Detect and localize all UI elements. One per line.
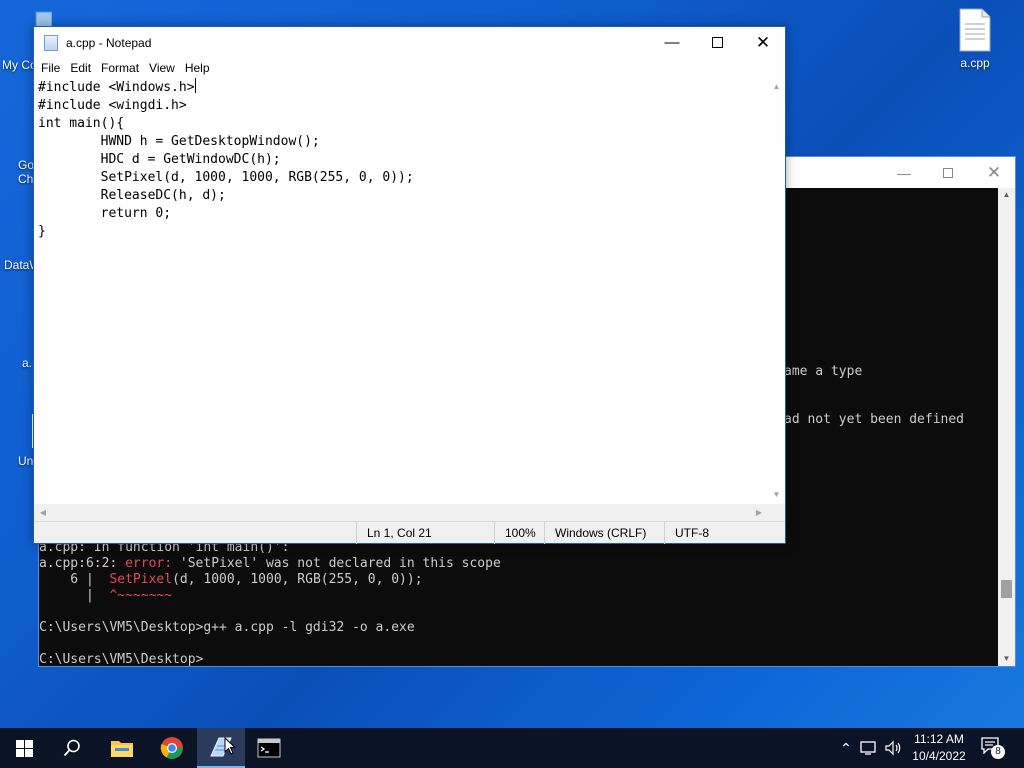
maximize-icon <box>711 37 723 48</box>
minimize-icon: — <box>897 164 911 181</box>
system-tray: ⌃ <box>836 728 902 768</box>
close-icon: ✕ <box>986 162 1002 182</box>
text-editor[interactable]: #include <Windows.h> #include <wingdi.h>… <box>34 78 768 504</box>
menu-view[interactable]: View <box>144 61 180 75</box>
notification-count-badge: 8 <box>991 745 1005 759</box>
console-line: | ^~~~~~~~ <box>39 588 172 604</box>
source-gutter: 6 | <box>39 572 110 587</box>
code-line: } <box>38 224 46 239</box>
scrollbar-corner <box>768 504 785 521</box>
chevron-up-icon[interactable]: ⌃ <box>836 740 856 757</box>
code-line: ReleaseDC(h, d); <box>38 188 226 203</box>
notification-button[interactable]: 8 <box>980 736 1005 760</box>
status-zoom: 100% <box>494 522 544 544</box>
taskbar-chrome[interactable] <box>148 728 196 768</box>
scroll-up-icon[interactable]: ▲ <box>998 188 1015 202</box>
scroll-down-icon[interactable]: ▼ <box>768 488 785 502</box>
code-line: HDC d = GetWindowDC(h); <box>38 152 281 167</box>
notepad-maximize-button[interactable] <box>694 27 740 58</box>
search-icon <box>63 739 80 757</box>
notepad-titlebar[interactable]: a.cpp - Notepad — ✕ <box>34 27 785 58</box>
notepad-close-button[interactable]: ✕ <box>740 27 786 58</box>
console-minimize-button[interactable]: — <box>881 157 927 188</box>
console-prompt[interactable]: C:\Users\VM5\Desktop> <box>39 652 203 668</box>
mouse-cursor-icon <box>224 737 236 755</box>
editor-content[interactable]: #include <Windows.h> #include <wingdi.h>… <box>38 78 414 241</box>
status-position: Ln 1, Col 21 <box>356 522 494 544</box>
editor-horizontal-scrollbar[interactable]: ◀ ▶ <box>34 504 768 521</box>
notepad-icon <box>44 34 58 51</box>
scroll-down-icon[interactable]: ▼ <box>998 652 1015 666</box>
scroll-right-icon[interactable]: ▶ <box>752 504 766 521</box>
editor-vertical-scrollbar[interactable]: ▲ ▼ <box>768 78 785 504</box>
file-icon <box>959 8 991 52</box>
error-label: error: <box>125 556 173 571</box>
console-scroll-thumb[interactable] <box>1001 580 1012 598</box>
status-bar: Ln 1, Col 21 100% Windows (CRLF) UTF-8 <box>34 521 786 544</box>
console-fragment: ad not yet been defined <box>784 412 965 427</box>
notepad-window[interactable]: a.cpp - Notepad — ✕ File Edit Format Vie… <box>33 26 786 544</box>
code-line: SetPixel(d, 1000, 1000, RGB(255, 0, 0)); <box>38 170 414 185</box>
console-scrollbar[interactable]: ▲ ▼ <box>998 188 1015 666</box>
close-icon: ✕ <box>755 32 771 52</box>
error-message: 'SetPixel' was not declared in this scop… <box>172 556 501 571</box>
clock-time: 11:12 AM <box>914 732 964 746</box>
file-explorer-icon <box>111 741 133 757</box>
notepad-minimize-button[interactable]: — <box>649 27 695 58</box>
console-line: a.cpp:6:2: error: 'SetPixel' was not dec… <box>39 556 501 572</box>
scroll-left-icon[interactable]: ◀ <box>36 504 50 521</box>
taskbar: ⌃ 11:12 AM 10/4/2022 8 <box>0 728 1024 768</box>
console-fragment: ame a type <box>784 364 863 379</box>
code-line: #include <wingdi.h> <box>38 98 187 113</box>
chrome-icon <box>160 737 183 759</box>
taskbar-clock[interactable]: 11:12 AM 10/4/2022 <box>905 731 973 765</box>
status-encoding: UTF-8 <box>664 522 786 544</box>
menu-bar: File Edit Format View Help <box>34 58 785 78</box>
search-button[interactable] <box>48 728 96 768</box>
code-line: HWND h = GetDesktopWindow(); <box>38 134 320 149</box>
code-line: return 0; <box>38 206 172 221</box>
code-line: int main(){ <box>38 116 125 131</box>
desktop-icon-label: Un <box>18 454 34 468</box>
text-caret <box>194 78 196 93</box>
console-line: 6 | SetPixel(d, 1000, 1000, RGB(255, 0, … <box>39 572 423 588</box>
terminal-icon <box>257 738 281 758</box>
clock-date: 10/4/2022 <box>912 749 966 763</box>
desktop-icon-label: a. <box>22 356 33 370</box>
console-close-button[interactable]: ✕ <box>971 157 1017 188</box>
error-location: a.cpp:6:2: <box>39 556 126 571</box>
taskbar-notepad[interactable] <box>197 728 245 768</box>
network-icon[interactable] <box>860 740 880 756</box>
source-rest: (d, 1000, 1000, RGB(255, 0, 0)); <box>172 572 423 587</box>
console-line: C:\Users\VM5\Desktop>g++ a.cpp -l gdi32 … <box>39 620 415 635</box>
taskbar-terminal[interactable] <box>245 728 293 768</box>
status-line-ending: Windows (CRLF) <box>544 522 664 544</box>
desktop-icon-label: My Co <box>2 58 37 72</box>
start-icon <box>15 739 33 757</box>
menu-file[interactable]: File <box>36 61 65 75</box>
source-gutter: | <box>39 588 110 603</box>
console-maximize-button[interactable] <box>925 157 971 188</box>
desktop-icon-label: a.cpp <box>960 56 990 70</box>
menu-edit[interactable]: Edit <box>65 61 96 75</box>
menu-format[interactable]: Format <box>96 61 144 75</box>
volume-icon[interactable] <box>884 740 902 756</box>
start-button[interactable] <box>0 728 48 768</box>
menu-help[interactable]: Help <box>180 61 215 75</box>
error-squiggle: ^~~~~~~~ <box>109 588 173 603</box>
taskbar-file-explorer[interactable] <box>98 728 146 768</box>
scroll-up-icon[interactable]: ▲ <box>768 80 785 94</box>
source-highlight: SetPixel <box>109 572 173 587</box>
minimize-icon: — <box>664 34 680 51</box>
window-title: a.cpp - Notepad <box>66 35 152 50</box>
maximize-icon <box>943 167 953 178</box>
desktop-icon-a-cpp[interactable]: a.cpp <box>940 8 1010 70</box>
code-line: #include <Windows.h> <box>38 80 195 95</box>
